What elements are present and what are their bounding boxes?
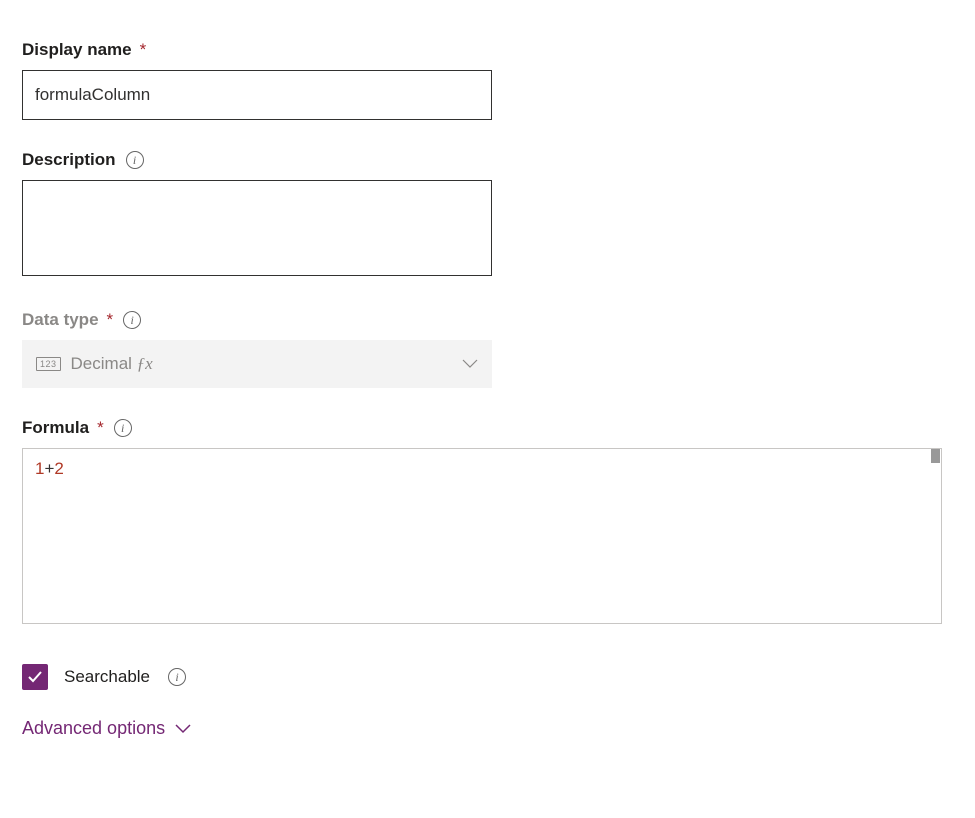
- description-label: Description: [22, 150, 116, 170]
- field-description: Description i: [22, 150, 953, 280]
- description-input[interactable]: [22, 180, 492, 276]
- data-type-select[interactable]: 123 Decimal ƒx: [22, 340, 492, 388]
- data-type-value-text: Decimal: [71, 354, 132, 373]
- display-name-label: Display name: [22, 40, 132, 60]
- label-row: Formula * i: [22, 418, 953, 438]
- label-row: Display name *: [22, 40, 953, 60]
- data-type-value: Decimal ƒx: [71, 354, 452, 374]
- field-searchable: Searchable i: [22, 664, 953, 690]
- advanced-options-toggle[interactable]: Advanced options: [22, 718, 953, 739]
- display-name-input[interactable]: [22, 70, 492, 120]
- required-asterisk: *: [140, 40, 147, 60]
- fx-icon: ƒx: [137, 354, 153, 373]
- info-icon[interactable]: i: [123, 311, 141, 329]
- label-row: Data type * i: [22, 310, 953, 330]
- formula-content: 1+2: [35, 459, 64, 478]
- formula-label: Formula: [22, 418, 89, 438]
- chevron-down-icon: [462, 359, 478, 369]
- searchable-checkbox[interactable]: [22, 664, 48, 690]
- formula-token-op: +: [44, 459, 54, 478]
- field-display-name: Display name *: [22, 40, 953, 120]
- label-row: Description i: [22, 150, 953, 170]
- scrollbar-handle[interactable]: [931, 449, 940, 463]
- formula-input[interactable]: 1+2: [22, 448, 942, 624]
- searchable-label: Searchable: [64, 667, 150, 687]
- info-icon[interactable]: i: [114, 419, 132, 437]
- numeric-icon: 123: [36, 357, 61, 371]
- required-asterisk: *: [107, 310, 114, 330]
- data-type-label: Data type: [22, 310, 99, 330]
- chevron-down-icon: [175, 724, 191, 734]
- formula-token-num: 2: [54, 459, 63, 478]
- info-icon[interactable]: i: [126, 151, 144, 169]
- field-data-type: Data type * i 123 Decimal ƒx: [22, 310, 953, 388]
- field-formula: Formula * i 1+2: [22, 418, 953, 624]
- required-asterisk: *: [97, 418, 104, 438]
- info-icon[interactable]: i: [168, 668, 186, 686]
- advanced-options-label: Advanced options: [22, 718, 165, 739]
